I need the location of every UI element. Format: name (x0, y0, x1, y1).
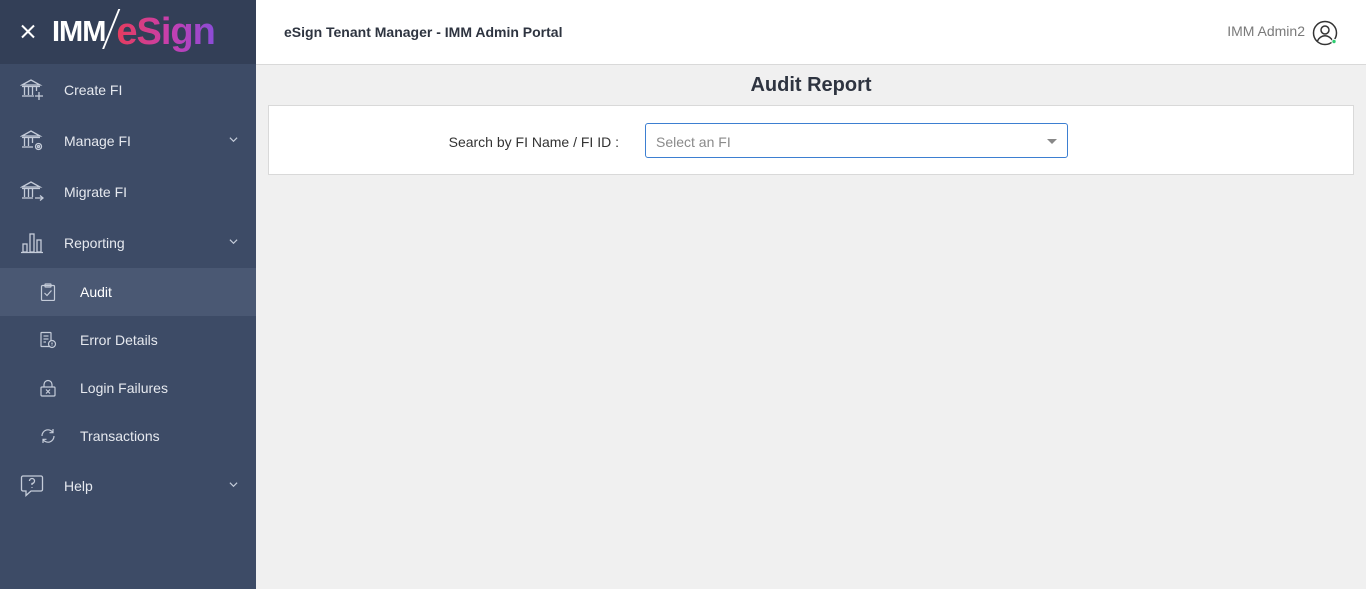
help-bubble-icon (20, 475, 44, 497)
brand-bar: IMM eSign (0, 0, 256, 64)
bank-gear-icon (20, 130, 43, 151)
sidebar-item-label: Manage FI (64, 132, 131, 149)
search-panel: Search by FI Name / FI ID : Select an FI (268, 105, 1354, 175)
refresh-icon (41, 429, 55, 443)
sidebar-item-label: Error Details (80, 332, 158, 348)
portal-title: eSign Tenant Manager - IMM Admin Portal (284, 24, 563, 40)
fi-select[interactable]: Select an FI (645, 123, 1068, 158)
bank-arrow-icon (20, 181, 44, 201)
close-icon[interactable] (18, 22, 38, 42)
sidebar-item-label: Create FI (64, 81, 123, 98)
chevron-down-icon[interactable] (229, 480, 238, 489)
document-error-icon (40, 331, 57, 349)
bar-chart-icon (21, 233, 43, 254)
sidebar-item-transactions[interactable]: Transactions (0, 412, 256, 460)
sidebar: IMM eSign Create FI Manage FI Migrate FI (0, 0, 256, 589)
search-label: Search by FI Name / FI ID : (448, 134, 619, 150)
logo-esign-text: eSign (116, 10, 215, 53)
lock-x-icon (40, 379, 56, 397)
sidebar-item-reporting[interactable]: Reporting (0, 217, 256, 268)
chevron-down-icon[interactable] (229, 135, 238, 144)
sidebar-item-label: Transactions (80, 428, 160, 444)
sidebar-item-error-details[interactable]: Error Details (0, 316, 256, 364)
sidebar-item-manage-fi[interactable]: Manage FI (0, 115, 256, 166)
app-logo[interactable]: IMM eSign (52, 0, 216, 64)
sidebar-item-audit[interactable]: Audit (0, 268, 256, 316)
top-header: eSign Tenant Manager - IMM Admin Portal … (256, 0, 1366, 65)
fi-select-placeholder: Select an FI (656, 134, 731, 150)
sidebar-item-label: Migrate FI (64, 183, 128, 200)
sidebar-item-help[interactable]: Help (0, 460, 256, 511)
sidebar-item-migrate-fi[interactable]: Migrate FI (0, 166, 256, 217)
user-avatar-icon[interactable] (1312, 20, 1338, 46)
sidebar-item-label: Audit (80, 284, 112, 300)
sidebar-item-login-failures[interactable]: Login Failures (0, 364, 256, 412)
page-title: Audit Report (750, 74, 872, 96)
user-name[interactable]: IMM Admin2 (1227, 23, 1305, 39)
caret-down-icon[interactable] (1047, 139, 1057, 144)
sidebar-item-label: Login Failures (80, 380, 168, 396)
sidebar-item-label: Reporting (64, 234, 125, 251)
sidebar-item-create-fi[interactable]: Create FI (0, 64, 256, 115)
chevron-down-icon[interactable] (229, 237, 238, 246)
sidebar-item-label: Help (64, 477, 93, 494)
clipboard-check-icon (40, 283, 56, 301)
logo-imm-text: IMM (52, 15, 106, 48)
bank-plus-icon (20, 79, 43, 100)
